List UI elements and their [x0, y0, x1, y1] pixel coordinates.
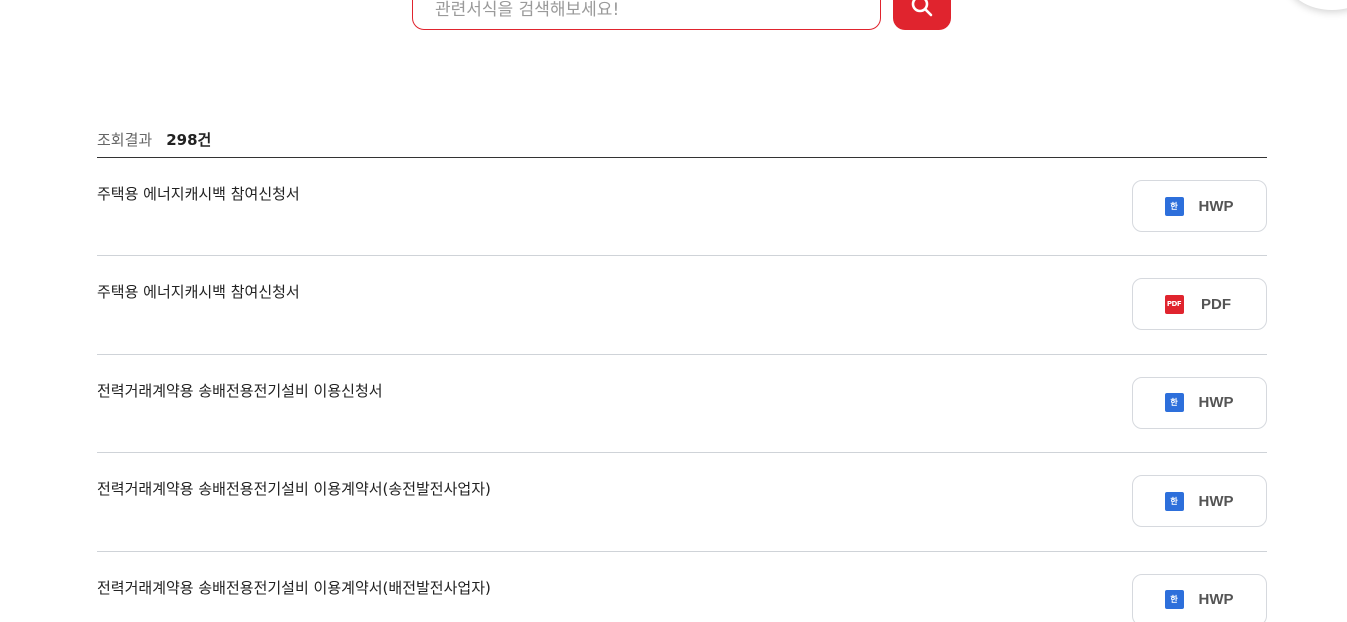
search-button[interactable] — [893, 0, 951, 30]
search-icon — [911, 0, 933, 17]
download-hwp-button[interactable]: 한 HWP — [1132, 180, 1267, 232]
download-hwp-button[interactable]: 한 HWP — [1132, 376, 1267, 429]
form-title: 전력거래계약용 송배전용전기설비 이용계약서(송전발전사업자) — [97, 480, 491, 499]
hwp-file-icon: 한 — [1164, 590, 1184, 610]
form-title: 주택용 에너지캐시백 참여신청서 — [97, 283, 300, 302]
list-item: 주택용 에너지캐시백 참여신청서 한 HWP — [97, 158, 1267, 257]
file-type-label: PDF — [1201, 295, 1231, 313]
results-list: 조회결과 298건 주택용 에너지캐시백 참여신청서 한 HWP 주택용 에너지… — [97, 125, 1267, 622]
search-placeholder: 관련서식을 검색해보세요! — [435, 0, 620, 20]
results-header: 조회결과 298건 — [97, 125, 1267, 158]
download-hwp-button[interactable]: 한 HWP — [1132, 573, 1267, 622]
list-item: 주택용 에너지캐시백 참여신청서 PDF PDF — [97, 256, 1267, 355]
file-type-label: HWP — [1198, 591, 1234, 609]
search-input[interactable]: 관련서식을 검색해보세요! — [412, 0, 881, 30]
results-label: 조회결과 — [97, 130, 153, 149]
floating-action-button[interactable] — [1287, 0, 1347, 10]
download-hwp-button[interactable]: 한 HWP — [1132, 475, 1267, 528]
list-item: 전력거래계약용 송배전용전기설비 이용계약서(배전발전사업자) 한 HWP — [97, 552, 1267, 622]
list-item: 전력거래계약용 송배전용전기설비 이용신청서 한 HWP — [97, 355, 1267, 454]
hwp-file-icon: 한 — [1164, 393, 1184, 413]
file-type-label: HWP — [1198, 492, 1234, 510]
results-count: 298건 — [166, 130, 212, 149]
pdf-file-icon: PDF — [1164, 294, 1184, 314]
form-title: 전력거래계약용 송배전용전기설비 이용계약서(배전발전사업자) — [97, 578, 491, 597]
page: 관련서식을 검색해보세요! 조회결과 298건 주택용 에너지캐시백 참여신청서… — [0, 0, 1347, 622]
download-pdf-button[interactable]: PDF PDF — [1132, 278, 1267, 331]
hwp-file-icon: 한 — [1164, 196, 1184, 216]
form-title: 주택용 에너지캐시백 참여신청서 — [97, 185, 300, 203]
form-title: 전력거래계약용 송배전용전기설비 이용신청서 — [97, 381, 383, 400]
list-item: 전력거래계약용 송배전용전기설비 이용계약서(송전발전사업자) 한 HWP — [97, 453, 1267, 552]
hwp-file-icon: 한 — [1164, 491, 1184, 511]
file-type-label: HWP — [1198, 197, 1234, 215]
file-type-label: HWP — [1198, 394, 1234, 412]
